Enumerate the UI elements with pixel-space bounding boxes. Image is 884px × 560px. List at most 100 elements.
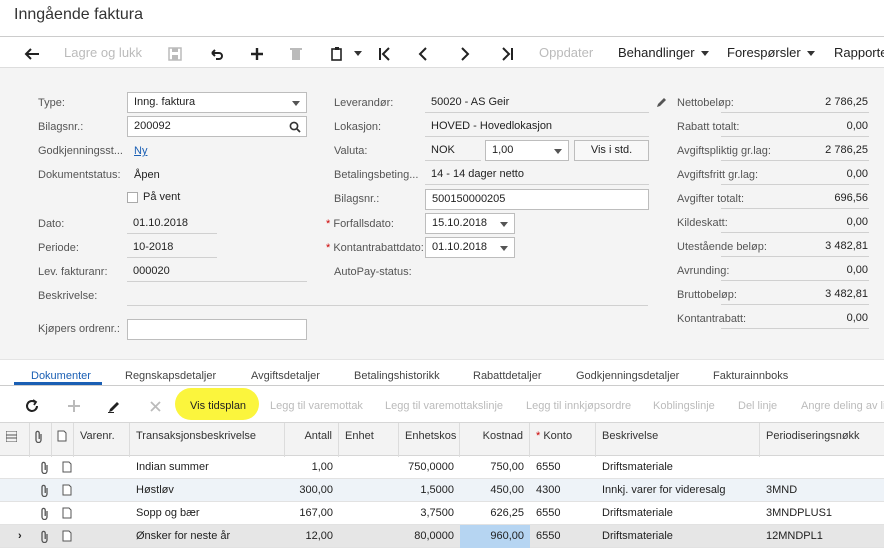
search-icon[interactable]: [289, 121, 301, 133]
cell-account-desc[interactable]: Driftsmateriale: [596, 502, 760, 525]
link-line-button[interactable]: Koblingslinje: [653, 390, 715, 422]
location-field[interactable]: HOVED - Hovedlokasjon: [425, 116, 649, 137]
grid-settings-icon[interactable]: [5, 430, 18, 443]
add-po-button[interactable]: Legg til innkjøpsordre: [526, 390, 631, 422]
add-icon[interactable]: [250, 37, 264, 69]
cell-unit-cost[interactable]: 80,0000: [399, 525, 460, 548]
cell-account-desc[interactable]: Driftsmateriale: [596, 456, 760, 479]
col-qty[interactable]: Antall: [285, 423, 339, 457]
date-field[interactable]: 01.10.2018: [127, 213, 217, 234]
inquiries-menu[interactable]: Forespørsler: [727, 37, 815, 69]
cell-account-desc[interactable]: Driftsmateriale: [596, 525, 760, 548]
cell-qty[interactable]: 12,00: [285, 525, 339, 548]
refnbr-input[interactable]: 200092: [127, 116, 307, 137]
next-record-icon[interactable]: [460, 37, 470, 69]
delete-icon[interactable]: [290, 37, 302, 69]
paperclip-icon[interactable]: [34, 502, 52, 525]
cell-cost[interactable]: 960,00: [460, 525, 530, 548]
vendor-ref-field[interactable]: 000020: [127, 261, 307, 282]
col-account-desc[interactable]: Beskrivelse: [596, 423, 760, 457]
cell-qty[interactable]: 1,00: [285, 456, 339, 479]
delete-row-icon[interactable]: [150, 390, 161, 422]
cell-cost[interactable]: 750,00: [460, 456, 530, 479]
hold-checkbox[interactable]: [127, 192, 138, 203]
terms-field[interactable]: 14 - 14 dager netto: [425, 164, 649, 185]
cell-cost[interactable]: 450,00: [460, 479, 530, 502]
cell-trans-desc[interactable]: Ønsker for neste år: [130, 525, 285, 548]
cash-discount-date-input[interactable]: 01.10.2018: [425, 237, 515, 258]
cell-cost[interactable]: 626,25: [460, 502, 530, 525]
period-field[interactable]: 10-2018: [127, 237, 217, 258]
split-line-button[interactable]: Del linje: [738, 390, 777, 422]
col-account[interactable]: Konto: [530, 423, 596, 457]
type-select[interactable]: Inng. faktura: [127, 92, 307, 113]
note-icon[interactable]: [56, 479, 74, 502]
col-schedule[interactable]: Periodiseringsnøkk: [760, 423, 884, 457]
last-record-icon[interactable]: [500, 37, 514, 69]
cell-unit[interactable]: [339, 525, 399, 548]
cell-schedule[interactable]: [760, 456, 884, 479]
col-cost[interactable]: Kostnad: [460, 423, 530, 457]
add-receipt-line-button[interactable]: Legg til varemottakslinje: [385, 390, 503, 422]
cell-unit-cost[interactable]: 750,0000: [399, 456, 460, 479]
edit-pencil-icon[interactable]: [656, 96, 668, 108]
tab-tax-details[interactable]: Avgiftsdetaljer: [251, 368, 320, 386]
edit-icon[interactable]: [108, 390, 121, 422]
first-record-icon[interactable]: [378, 37, 392, 69]
cell-trans-desc[interactable]: Indian summer: [130, 456, 285, 479]
note-icon[interactable]: [56, 456, 74, 479]
back-icon[interactable]: [24, 37, 40, 69]
show-schedule-button[interactable]: Vis tidsplan: [190, 390, 246, 422]
add-receipt-button[interactable]: Legg til varemottak: [270, 390, 363, 422]
paperclip-icon[interactable]: [34, 456, 52, 479]
approval-status-link[interactable]: Ny: [134, 145, 147, 157]
buyer-order-input[interactable]: [127, 319, 307, 340]
col-unit[interactable]: Enhet: [339, 423, 399, 457]
save-close-button[interactable]: Lagre og lukk: [64, 37, 142, 69]
cell-account[interactable]: 6550: [530, 456, 596, 479]
currency-field[interactable]: NOK: [425, 140, 481, 161]
cell-unit-cost[interactable]: 3,7500: [399, 502, 460, 525]
note-icon[interactable]: [56, 525, 74, 548]
save-icon[interactable]: [168, 37, 182, 69]
cell-account[interactable]: 6550: [530, 502, 596, 525]
description-field[interactable]: [127, 285, 648, 306]
cell-trans-desc[interactable]: Høstløv: [130, 479, 285, 502]
cell-qty[interactable]: 167,00: [285, 502, 339, 525]
cell-account-desc[interactable]: Innkj. varer for videresalg: [596, 479, 760, 502]
due-date-input[interactable]: 15.10.2018: [425, 213, 515, 234]
reports-menu[interactable]: Rapporte: [834, 37, 884, 69]
table-row[interactable]: Indian summer 1,00 750,0000 750,00 6550 Drift…: [0, 456, 884, 479]
tab-accounting[interactable]: Regnskapsdetaljer: [125, 368, 216, 386]
refresh-icon[interactable]: [25, 390, 39, 422]
undo-icon[interactable]: [208, 37, 224, 69]
cell-schedule[interactable]: 3MNDPLUS1: [760, 502, 884, 525]
cell-schedule[interactable]: 12MNDPL1: [760, 525, 884, 548]
rate-select[interactable]: 1,00: [485, 140, 569, 161]
cell-unit[interactable]: [339, 479, 399, 502]
vendor-field[interactable]: 50020 - AS Geir: [425, 92, 649, 113]
update-button[interactable]: Oppdater: [539, 37, 593, 69]
col-unit-cost[interactable]: Enhetskos: [399, 423, 460, 457]
cell-trans-desc[interactable]: Sopp og bær: [130, 502, 285, 525]
paperclip-icon[interactable]: [34, 525, 52, 548]
tab-payment-history[interactable]: Betalingshistorikk: [354, 368, 440, 386]
tab-approval-details[interactable]: Godkjenningsdetaljer: [576, 368, 679, 386]
cell-unit[interactable]: [339, 502, 399, 525]
undo-split-button[interactable]: Angre deling av li: [801, 390, 884, 422]
table-row[interactable]: Høstløv 300,00 1,5000 450,00 4300 Innkj. vare…: [0, 479, 884, 502]
add-row-icon[interactable]: [68, 390, 80, 422]
cell-unit-cost[interactable]: 1,5000: [399, 479, 460, 502]
cell-account[interactable]: 6550: [530, 525, 596, 548]
previous-record-icon[interactable]: [418, 37, 428, 69]
cell-qty[interactable]: 300,00: [285, 479, 339, 502]
paperclip-icon[interactable]: [34, 479, 52, 502]
copy-paste-icon[interactable]: [330, 37, 362, 69]
cell-unit[interactable]: [339, 456, 399, 479]
note-icon[interactable]: [56, 502, 74, 525]
docnbr-input[interactable]: 500150000205: [425, 189, 649, 210]
tab-invoice-inbox[interactable]: Fakturainnboks: [713, 368, 788, 386]
table-row[interactable]: Sopp og bær 167,00 3,7500 626,25 6550 Driftsm…: [0, 502, 884, 525]
col-item[interactable]: Varenr.: [74, 423, 130, 457]
cell-schedule[interactable]: 3MND: [760, 479, 884, 502]
